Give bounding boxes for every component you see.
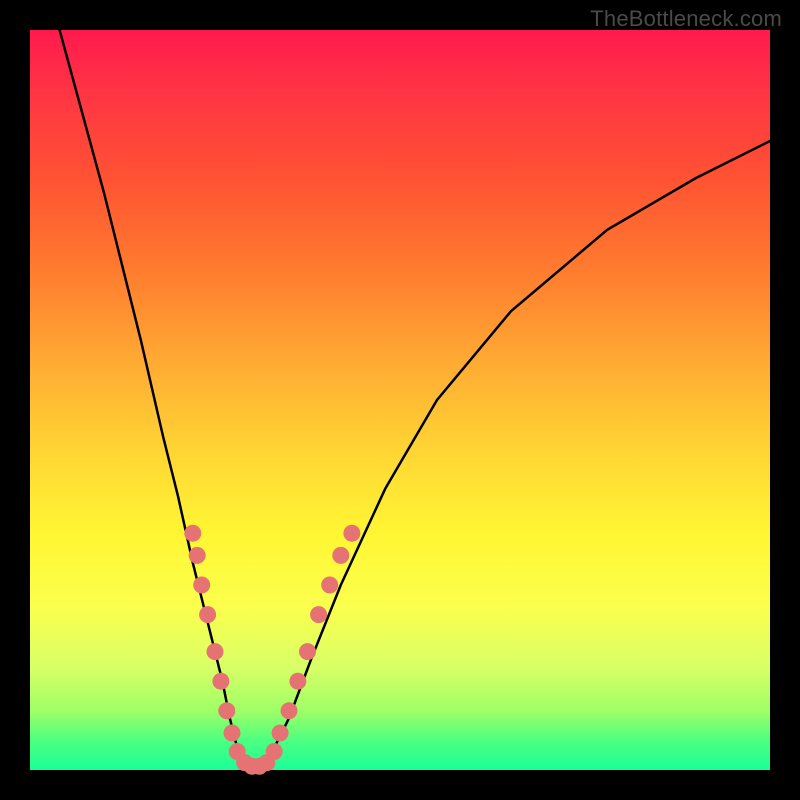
highlight-dot — [224, 725, 241, 742]
highlight-dot — [332, 547, 349, 564]
highlight-dot — [289, 673, 306, 690]
highlight-dot — [184, 525, 201, 542]
highlight-dot — [218, 702, 235, 719]
watermark-label: TheBottleneck.com — [590, 6, 782, 32]
highlight-dot — [212, 673, 229, 690]
highlight-dot — [189, 547, 206, 564]
dots-group — [184, 525, 360, 775]
highlight-dot — [207, 643, 224, 660]
bottleneck-curve-path — [60, 30, 770, 770]
chart-frame: TheBottleneck.com — [0, 0, 800, 800]
highlight-dot — [266, 743, 283, 760]
highlight-dot — [299, 643, 316, 660]
highlight-dot — [199, 606, 216, 623]
highlight-dot — [281, 702, 298, 719]
highlight-dot — [321, 577, 338, 594]
plot-area — [30, 30, 770, 770]
highlight-dot — [193, 577, 210, 594]
highlight-dot — [310, 606, 327, 623]
curve-group — [60, 30, 770, 770]
bottleneck-curve-svg — [30, 30, 770, 770]
highlight-dot — [272, 725, 289, 742]
highlight-dot — [343, 525, 360, 542]
